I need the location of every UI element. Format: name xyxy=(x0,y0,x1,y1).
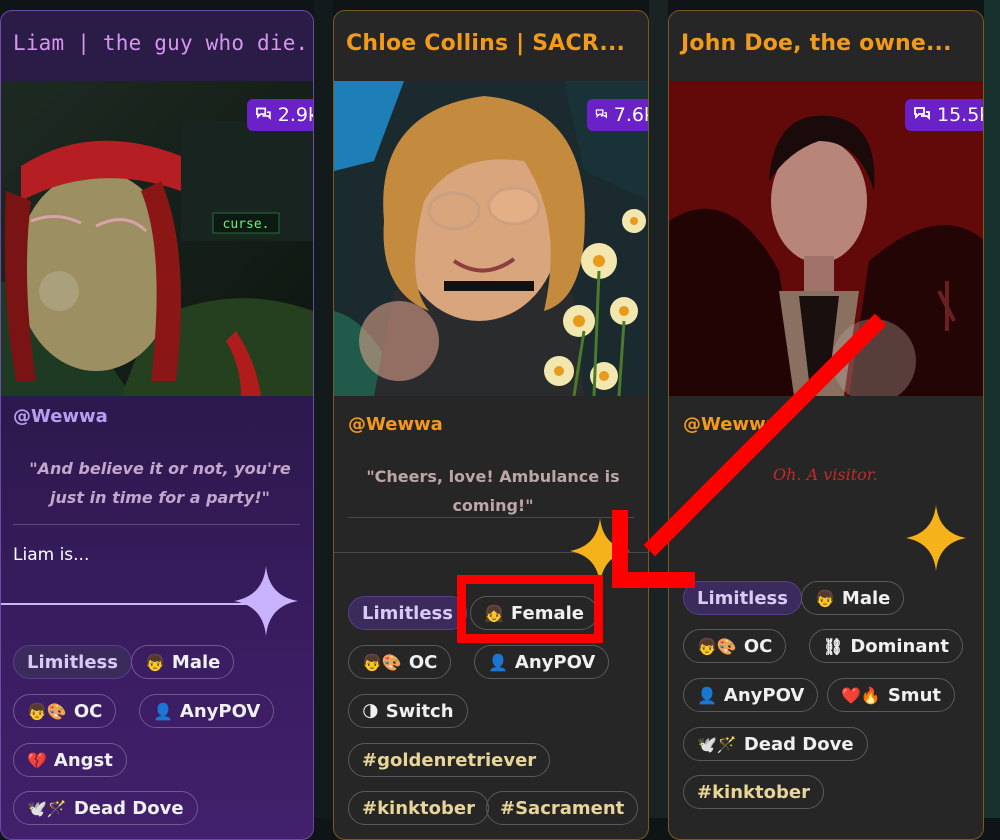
tag-kinktober[interactable]: #kinktober xyxy=(348,791,489,825)
tag-limitless[interactable]: Limitless xyxy=(348,596,467,630)
tag-dominant[interactable]: ⛓ Dominant xyxy=(809,629,963,663)
silhouette-icon: 👤 xyxy=(488,652,508,672)
tag-oc[interactable]: 👦🎨 OC xyxy=(683,629,787,663)
boy-icon: 👦 xyxy=(145,652,165,672)
card-title[interactable]: John Doe, the owne... xyxy=(681,31,952,56)
views-count: 2.9k xyxy=(277,104,313,126)
background-gap xyxy=(984,0,1000,818)
author-link[interactable]: @Wewwa xyxy=(683,414,778,435)
character-card-liam[interactable]: Liam | the guy who die... curse. 2.9 @We… xyxy=(0,10,314,840)
boy-palette-icon: 👦🎨 xyxy=(362,652,402,672)
divider xyxy=(13,524,300,525)
views-badge: 15.5k xyxy=(905,99,983,131)
background-gap xyxy=(314,0,333,818)
tag-limitless[interactable]: Limitless xyxy=(683,581,802,615)
boy-icon: 👦 xyxy=(815,588,835,608)
character-card-john[interactable]: John Doe, the owne... 15.5k @Wewwa Oh. A… xyxy=(668,10,984,840)
author-link[interactable]: @Wewwa xyxy=(348,414,443,435)
chat-icon xyxy=(914,107,930,121)
chat-icon xyxy=(256,107,271,120)
heart-fire-icon: ❤️🔥 xyxy=(841,685,881,705)
sparkle-icon xyxy=(906,505,966,571)
boy-palette-icon: 👦🎨 xyxy=(27,701,67,721)
tag-kinktober[interactable]: #kinktober xyxy=(683,775,824,809)
tag-oc[interactable]: 👦🎨 OC xyxy=(348,645,452,679)
silhouette-icon: 👤 xyxy=(153,701,173,721)
sparkle-icon xyxy=(234,566,298,636)
background-gap xyxy=(649,0,668,818)
character-card-chloe[interactable]: Chloe Collins | SACR... 7.6k @ xyxy=(333,10,649,840)
tag-anypov[interactable]: 👤 AnyPOV xyxy=(683,678,819,712)
tag-goldenretriever[interactable]: #goldenretriever xyxy=(348,743,551,777)
dove-wand-icon: 🕊️🪄 xyxy=(697,734,737,754)
tag-angst[interactable]: 💔 Angst xyxy=(13,743,127,777)
views-count: 7.6k xyxy=(613,104,648,126)
silhouette-icon: 👤 xyxy=(697,685,717,705)
views-badge: 2.9k xyxy=(247,99,313,131)
tag-male[interactable]: 👦 Male xyxy=(131,645,235,679)
half-moon-icon: 🌗 xyxy=(362,701,379,721)
annotation-highlight-box xyxy=(457,575,603,643)
broken-heart-icon: 💔 xyxy=(27,750,47,770)
tag-anypov[interactable]: 👤 AnyPOV xyxy=(474,645,610,679)
description-text: Liam is... xyxy=(13,545,90,565)
dove-wand-icon: 🕊️🪄 xyxy=(27,798,67,818)
greeting-quote: "Cheers, love! Ambulance is coming!" xyxy=(366,467,620,515)
tag-oc[interactable]: 👦🎨 OC xyxy=(13,694,117,728)
chain-icon: ⛓ xyxy=(823,636,844,656)
greeting-quote: "And believe it or not, you're just in t… xyxy=(29,459,291,507)
tag-male[interactable]: 👦 Male xyxy=(801,581,905,615)
card-title[interactable]: Liam | the guy who die... xyxy=(13,31,313,55)
card-title[interactable]: Chloe Collins | SACR... xyxy=(346,31,625,56)
views-badge: 7.6k xyxy=(587,99,648,131)
glow-line xyxy=(1,603,251,605)
views-count: 15.5k xyxy=(937,104,983,126)
tag-dead-dove[interactable]: 🕊️🪄 Dead Dove xyxy=(683,727,868,761)
tag-anypov[interactable]: 👤 AnyPOV xyxy=(139,694,275,728)
tag-switch[interactable]: 🌗 Switch xyxy=(348,694,468,728)
author-link[interactable]: @Wewwa xyxy=(13,406,108,427)
svg-text:curse.: curse. xyxy=(223,217,270,232)
tag-dead-dove[interactable]: 🕊️🪄 Dead Dove xyxy=(13,791,198,825)
chat-icon xyxy=(595,109,607,119)
tag-smut[interactable]: ❤️🔥 Smut xyxy=(827,678,955,712)
boy-palette-icon: 👦🎨 xyxy=(697,636,737,656)
greeting-quote: Oh. A visitor. xyxy=(773,465,878,484)
tag-sacrament[interactable]: #Sacrament xyxy=(486,791,639,825)
tag-limitless[interactable]: Limitless xyxy=(13,645,132,679)
